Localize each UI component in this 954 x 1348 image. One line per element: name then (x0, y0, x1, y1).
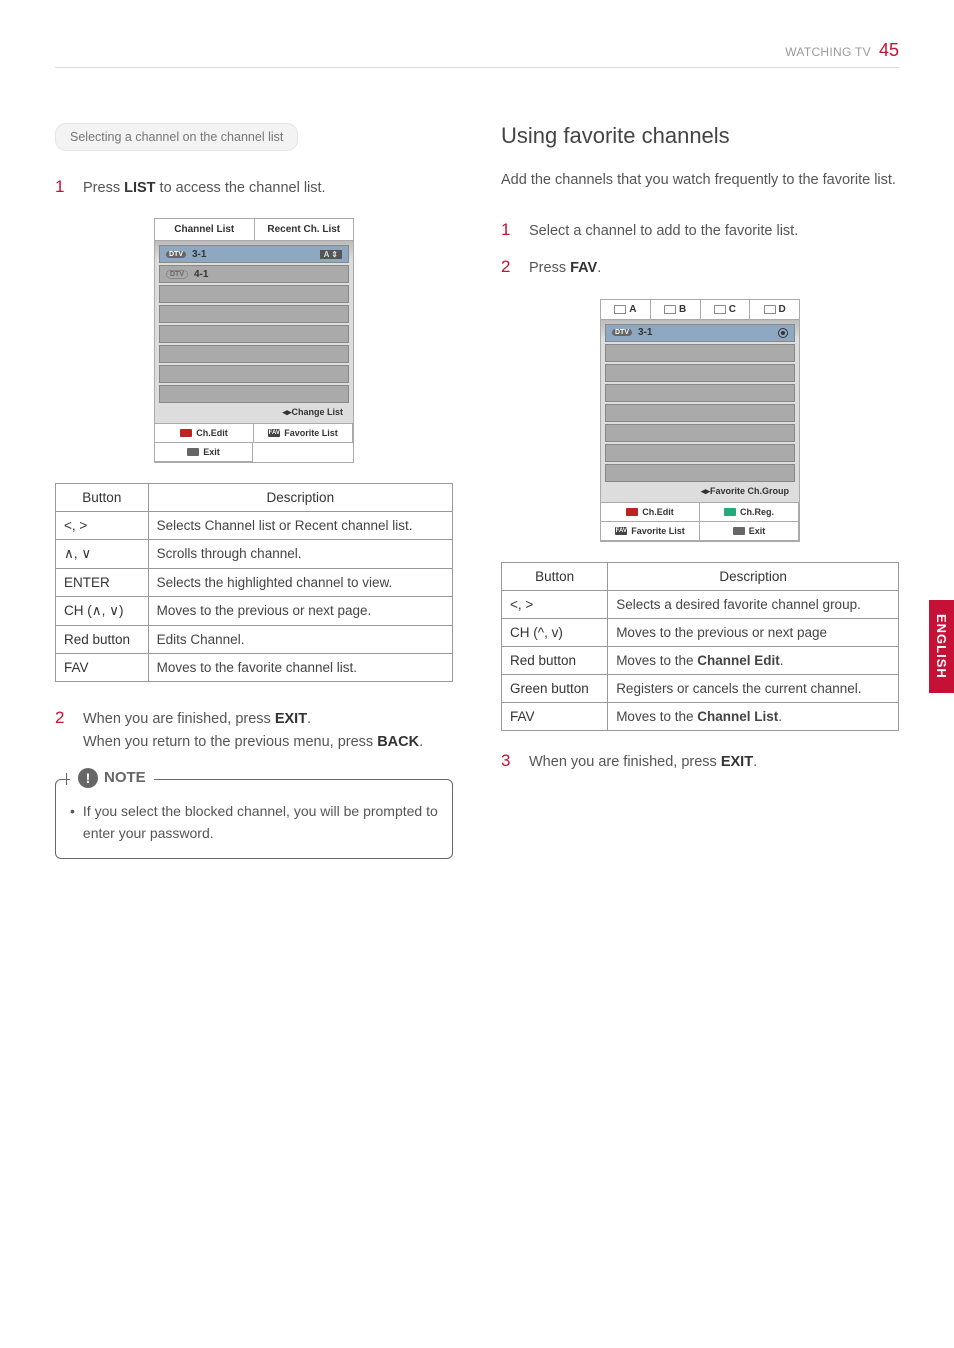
red-chip-icon (180, 429, 192, 437)
fav-tab[interactable]: A (601, 300, 651, 320)
table-row: CH (∧, ∨)Moves to the previous or next p… (56, 597, 453, 626)
radio-icon (778, 328, 788, 338)
channel-row[interactable] (605, 424, 795, 442)
channel-row[interactable] (605, 404, 795, 422)
note-body: If you select the blocked channel, you w… (70, 800, 438, 845)
fav-tab[interactable]: B (651, 300, 701, 320)
left-column: Selecting a channel on the channel list … (55, 123, 453, 859)
dtv-badge: DTV (166, 270, 188, 279)
channel-row[interactable] (159, 325, 349, 343)
note-icon: ! (78, 768, 98, 788)
right-column: Using favorite channels Add the channels… (501, 123, 899, 859)
right-button-table: Button Description <, >Selects a desired… (501, 562, 899, 731)
channel-number: 4-1 (194, 269, 208, 280)
right-intro: Add the channels that you watch frequent… (501, 169, 899, 192)
sort-indicator: A ⇕ (320, 250, 342, 259)
table-head-button: Button (502, 562, 608, 590)
page-header: WATCHING TV 45 (55, 40, 899, 68)
exit-chip-icon (187, 448, 199, 456)
channel-row[interactable] (605, 364, 795, 382)
channel-row[interactable] (605, 384, 795, 402)
header-section: WATCHING TV (785, 45, 871, 59)
exit-button[interactable]: Exit (699, 521, 799, 541)
table-row: <, >Selects a desired favorite channel g… (502, 590, 899, 618)
table-head-description: Description (148, 484, 452, 512)
note-title: ! NOTE (70, 768, 154, 788)
channel-row[interactable]: DTV 3-1 (605, 324, 795, 342)
fav-tab[interactable]: C (701, 300, 751, 320)
language-tab[interactable]: ENGLISH (929, 600, 954, 693)
fav-tab[interactable]: D (750, 300, 799, 320)
fav-chip-icon: FAV (615, 527, 627, 535)
exit-button[interactable]: Exit (154, 442, 253, 462)
left-step-2: 2 When you are finished, press EXIT. Whe… (55, 708, 453, 754)
favorite-list-button[interactable]: FAVFavorite List (253, 423, 353, 443)
table-row: ENTERSelects the highlighted channel to … (56, 569, 453, 597)
channel-row[interactable] (159, 385, 349, 403)
red-chip-icon (626, 508, 638, 516)
fav-chip-icon: FAV (268, 429, 280, 437)
green-chip-icon (724, 508, 736, 516)
channel-row[interactable] (159, 345, 349, 363)
step-key: LIST (124, 180, 155, 196)
table-head-button: Button (56, 484, 149, 512)
step-text: to access the channel list. (156, 180, 326, 196)
favorite-list-button[interactable]: FAVFavorite List (600, 521, 700, 541)
channel-row[interactable] (159, 365, 349, 383)
step-number: 2 (55, 708, 69, 754)
table-row: Red buttonEdits Channel. (56, 626, 453, 654)
channel-row[interactable] (605, 464, 795, 482)
step-number: 3 (501, 751, 515, 774)
table-row: <, >Selects Channel list or Recent chann… (56, 512, 453, 540)
note-tick (66, 773, 67, 785)
dtv-badge: DTV (612, 329, 632, 336)
step-number: 1 (55, 177, 69, 200)
right-step-1: 1 Select a channel to add to the favorit… (501, 220, 899, 243)
table-row: CH (^, v)Moves to the previous or next p… (502, 618, 899, 646)
table-row: FAVMoves to the Channel List. (502, 702, 899, 730)
right-step-3: 3 When you are finished, press EXIT. (501, 751, 899, 774)
section-pill: Selecting a channel on the channel list (55, 123, 298, 151)
panel-tab[interactable]: Recent Ch. List (255, 219, 354, 241)
right-heading: Using favorite channels (501, 123, 899, 149)
table-row: Green buttonRegisters or cancels the cur… (502, 674, 899, 702)
step-number: 1 (501, 220, 515, 243)
folder-icon (714, 305, 726, 314)
folder-icon (614, 305, 626, 314)
table-row: Red buttonMoves to the Channel Edit. (502, 646, 899, 674)
panel-caption: ◂▸Favorite Ch.Group (605, 484, 795, 499)
channel-row[interactable]: DTV 3-1 A ⇕ (159, 245, 349, 263)
dtv-badge: DTV (166, 251, 186, 258)
channel-row[interactable] (605, 444, 795, 462)
table-row: ∧, ∨Scrolls through channel. (56, 540, 453, 569)
folder-icon (664, 305, 676, 314)
step-text: Press (83, 180, 124, 196)
ch-reg-button[interactable]: Ch.Reg. (699, 502, 799, 522)
table-row: FAVMoves to the favorite channel list. (56, 654, 453, 682)
table-head-description: Description (608, 562, 899, 590)
favorite-panel: A B C D DTV 3-1 (600, 299, 800, 542)
panel-caption: ◂▸Change List (159, 405, 349, 420)
step-number: 2 (501, 257, 515, 280)
channel-number: 3-1 (638, 327, 652, 338)
ch-edit-button[interactable]: Ch.Edit (154, 423, 254, 443)
note-box: ! NOTE If you select the blocked channel… (55, 779, 453, 860)
channel-row[interactable]: DTV 4-1 (159, 265, 349, 283)
panel-tab[interactable]: Channel List (155, 219, 255, 241)
left-step-1: 1 Press LIST to access the channel list. (55, 177, 453, 200)
channel-list-panel: Channel List Recent Ch. List DTV 3-1 A ⇕… (154, 218, 354, 463)
header-page-number: 45 (879, 40, 899, 61)
channel-row[interactable] (159, 305, 349, 323)
channel-number: 3-1 (192, 249, 206, 260)
right-step-2: 2 Press FAV. (501, 257, 899, 280)
channel-row[interactable] (159, 285, 349, 303)
folder-icon (764, 305, 776, 314)
exit-chip-icon (733, 527, 745, 535)
left-button-table: Button Description <, >Selects Channel l… (55, 483, 453, 682)
ch-edit-button[interactable]: Ch.Edit (600, 502, 700, 522)
channel-row[interactable] (605, 344, 795, 362)
